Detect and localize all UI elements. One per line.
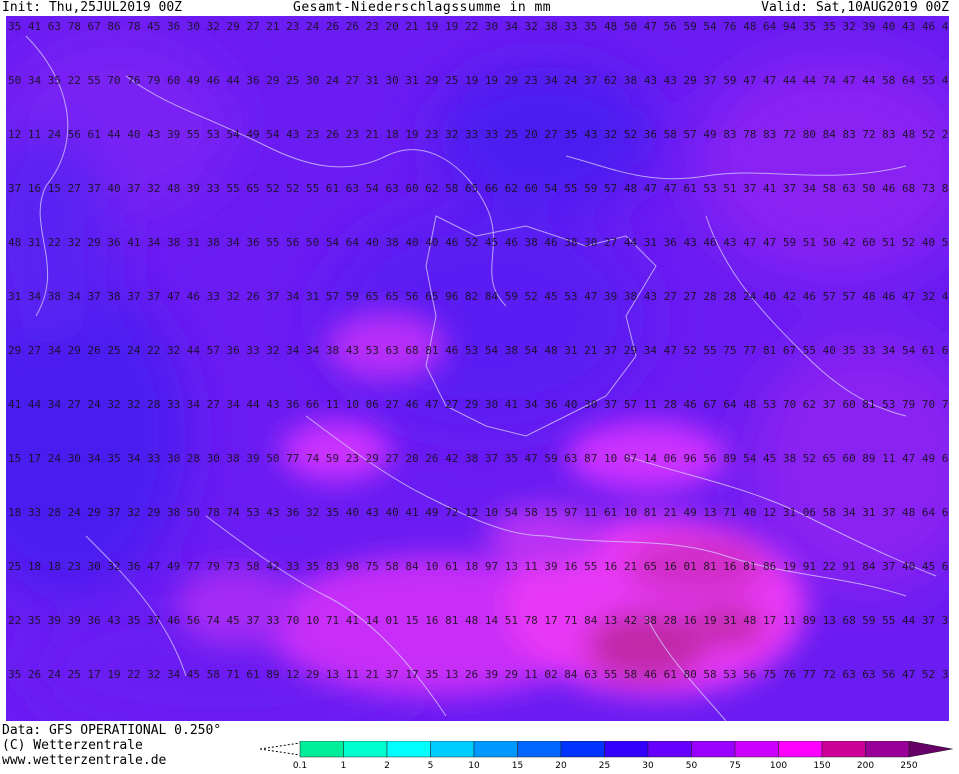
value-row: 35 26 24 25 17 19 22 32 34 45 58 71 61 8… bbox=[8, 668, 949, 681]
legend-tick-label: 25 bbox=[599, 761, 610, 770]
legend-tick-label: 50 bbox=[686, 761, 698, 770]
color-legend: 0.1 1 2 5 10 15 20 25 30 50 75 100 150 200 250 bbox=[258, 740, 958, 771]
legend-tick-label: 75 bbox=[729, 761, 740, 770]
legend-tick-label: 150 bbox=[813, 761, 830, 770]
legend-swatch bbox=[604, 740, 649, 758]
value-row: 25 18 18 23 30 32 36 47 49 77 79 73 58 4… bbox=[8, 560, 949, 573]
legend-tick-label: 250 bbox=[900, 761, 917, 770]
value-row: 31 34 38 34 37 38 37 37 47 46 33 32 26 3… bbox=[8, 290, 949, 303]
legend-tick-label: 100 bbox=[770, 761, 787, 770]
valid-time-label: Valid: Sat,10AUG2019 00Z bbox=[761, 0, 949, 15]
data-source-label: Data: GFS OPERATIONAL 0.250° bbox=[2, 723, 222, 738]
legend-tick-label: 10 bbox=[468, 761, 480, 770]
header-bar: Init: Thu,25JUL2019 00Z Gesamt-Niedersch… bbox=[0, 0, 959, 16]
legend-swatch bbox=[778, 740, 823, 758]
legend-swatch bbox=[560, 740, 605, 758]
footer: Data: GFS OPERATIONAL 0.250° (C) Wetterz… bbox=[0, 721, 959, 771]
map-title: Gesamt-Niederschlagssumme in mm bbox=[293, 0, 552, 15]
legend-swatch bbox=[517, 740, 562, 758]
legend-swatch bbox=[430, 740, 475, 758]
legend-swatch bbox=[691, 740, 736, 758]
value-row: 50 34 35 22 55 70 76 79 60 49 46 44 36 2… bbox=[8, 74, 949, 87]
legend-swatch bbox=[821, 740, 866, 758]
legend-tick-label: 30 bbox=[642, 761, 654, 770]
legend-swatch bbox=[734, 740, 779, 758]
legend-tick-label: 5 bbox=[428, 761, 434, 770]
legend-swatch bbox=[908, 740, 953, 758]
legend-tick-label: 200 bbox=[857, 761, 874, 770]
legend-swatch bbox=[865, 740, 910, 758]
value-row: 35 41 63 78 67 86 78 45 36 30 32 29 27 2… bbox=[8, 20, 949, 33]
legend-swatch bbox=[473, 740, 518, 758]
legend-tick-label: 2 bbox=[384, 761, 390, 770]
init-time-label: Init: Thu,25JUL2019 00Z bbox=[2, 0, 183, 15]
legend-tick-label: 0.1 bbox=[293, 761, 307, 770]
value-row: 18 33 28 24 29 37 32 29 38 50 78 74 53 4… bbox=[8, 506, 949, 519]
legend-swatch bbox=[647, 740, 692, 758]
legend-tick-label: 15 bbox=[512, 761, 523, 770]
website-url-label: www.wetterzentrale.de bbox=[2, 753, 167, 768]
legend-tick-label: 1 bbox=[341, 761, 347, 770]
copyright-label: (C) Wetterzentrale bbox=[2, 738, 143, 753]
legend-tick-label: 20 bbox=[555, 761, 567, 770]
value-row: 22 35 39 39 36 43 35 37 46 56 74 45 37 3… bbox=[8, 614, 949, 627]
value-row: 41 44 34 27 24 32 32 28 33 34 27 34 44 4… bbox=[8, 398, 949, 411]
legend-lead-in bbox=[259, 742, 301, 756]
legend-swatch bbox=[343, 740, 388, 758]
legend-swatch bbox=[299, 740, 344, 758]
value-row: 12 11 24 56 61 44 40 43 39 55 53 54 49 5… bbox=[8, 128, 949, 141]
value-row: 29 27 34 29 26 25 24 22 32 44 57 36 33 3… bbox=[8, 344, 949, 357]
value-row: 15 17 24 30 34 35 34 33 30 28 30 38 39 5… bbox=[8, 452, 949, 465]
precipitation-map[interactable]: 35 41 63 78 67 86 78 45 36 30 32 29 27 2… bbox=[6, 16, 949, 721]
value-row: 48 31 22 32 29 36 41 34 38 31 38 34 36 5… bbox=[8, 236, 949, 249]
value-row: 37 16 15 27 37 40 37 32 48 39 33 55 65 5… bbox=[8, 182, 949, 195]
legend-swatch bbox=[386, 740, 431, 758]
